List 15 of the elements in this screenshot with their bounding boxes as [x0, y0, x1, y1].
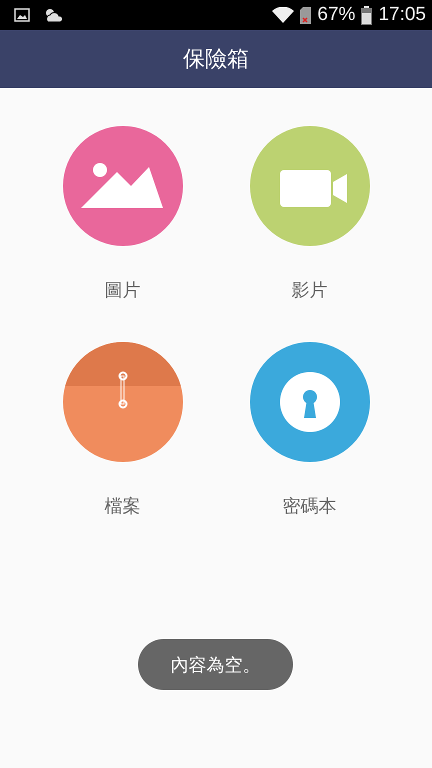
tile-label[interactable]: 圖片 — [104, 280, 140, 302]
tile-label[interactable]: 檔案 — [104, 496, 140, 518]
tile-label[interactable]: 影片 — [292, 280, 328, 302]
clock-time: 17:05 — [378, 4, 426, 26]
tile-label[interactable]: 密碼本 — [282, 496, 336, 518]
sim-card-icon — [300, 6, 312, 24]
image-icon[interactable] — [62, 126, 182, 246]
wifi-icon — [272, 6, 294, 24]
toast-message: 內容為空。 — [138, 639, 293, 690]
battery-percentage: 67% — [317, 4, 356, 26]
battery-icon — [361, 6, 372, 24]
image-icon — [14, 8, 30, 22]
video-camera-icon[interactable] — [250, 126, 370, 246]
keyhole-icon[interactable] — [250, 342, 370, 462]
screen-title: 保險箱 — [183, 46, 249, 74]
